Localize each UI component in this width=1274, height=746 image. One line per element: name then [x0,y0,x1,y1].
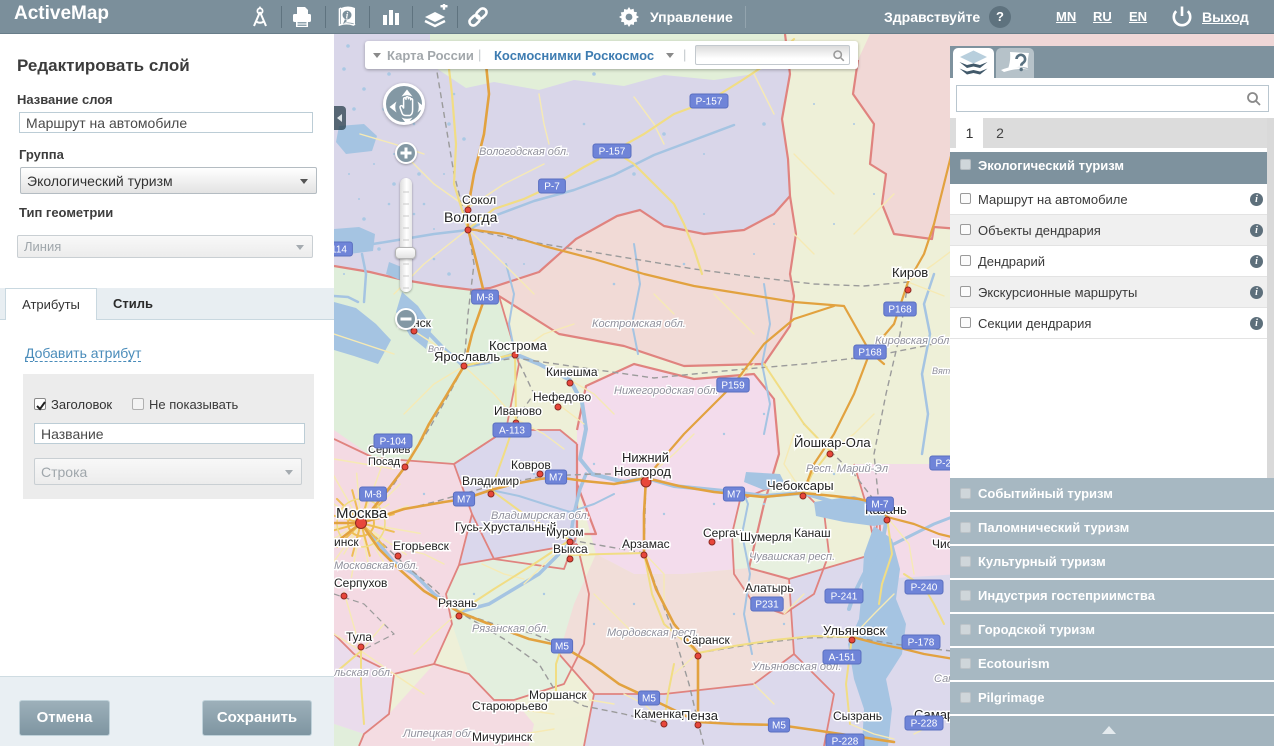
svg-text:Арзамас: Арзамас [622,537,670,551]
svg-text:Гусь-Хрустальный: Гусь-Хрустальный [455,520,556,534]
svg-text:М5: М5 [772,721,786,732]
svg-text:М5: М5 [555,642,569,653]
svg-text:Муром: Муром [546,525,584,539]
svg-text:льская обл.: льская обл. [334,667,393,679]
svg-text:Посад: Посад [368,456,401,468]
svg-text:Владимир: Владимир [462,474,519,488]
svg-text:Р-228: Р-228 [911,719,938,730]
svg-text:Р-104: Р-104 [380,437,407,448]
svg-text:Саранск: Саранск [683,633,730,647]
svg-text:Москва: Москва [336,505,388,522]
svg-text:М7: М7 [727,490,741,501]
svg-text:Выкса: Выкса [553,542,588,556]
svg-text:Р168: Р168 [888,305,912,316]
svg-text:Р-228: Р-228 [832,737,859,746]
svg-text:114: 114 [334,245,347,256]
svg-text:Йошкар-Ола: Йошкар-Ола [794,435,871,450]
svg-text:Чувашская респ.: Чувашская респ. [749,551,835,563]
svg-text:А-113: А-113 [499,426,525,437]
svg-text:Рязань: Рязань [438,596,477,610]
svg-text:Костромская обл.: Костромская обл. [592,318,686,330]
svg-text:Новгород: Новгород [614,464,671,479]
svg-text:Ульяновск: Ульяновск [823,623,885,638]
svg-text:Сызрань: Сызрань [833,709,882,723]
svg-text:Р-178: Р-178 [908,638,935,649]
svg-text:Канаш: Канаш [794,526,831,540]
svg-text:Р-241: Р-241 [831,592,858,603]
svg-text:Вологодская обл.: Вологодская обл. [479,146,569,158]
svg-text:Мичуринск: Мичуринск [472,730,533,744]
svg-text:Киров: Киров [892,265,928,280]
svg-text:Нижний: Нижний [622,450,669,465]
svg-text:Нефедово: Нефедово [533,390,592,404]
svg-text:М5: М5 [642,694,656,705]
svg-text:Р159: Р159 [721,381,745,392]
svg-text:Иваново: Иваново [494,404,542,418]
svg-text:Кострома: Кострома [489,338,548,353]
svg-text:Сокол: Сокол [462,193,496,207]
svg-text:Каменка: Каменка [634,707,682,721]
svg-text:Р-157: Р-157 [696,97,723,108]
svg-text:Р-157: Р-157 [599,147,626,158]
svg-text:М-7: М-7 [871,500,889,511]
svg-text:Шумерля: Шумерля [740,530,792,544]
svg-text:Нижегородская обл.: Нижегородская обл. [614,385,719,397]
svg-text:Московская обл.: Московская обл. [334,560,419,572]
svg-text:А-151: А-151 [829,653,856,664]
svg-text:Респ. Марий-Эл: Респ. Марий-Эл [806,463,888,475]
svg-text:Староюрьево: Староюрьево [472,699,548,713]
svg-text:М7: М7 [457,495,471,506]
svg-text:Р231: Р231 [755,600,779,611]
svg-text:Кировская обл.: Кировская обл. [875,335,952,347]
svg-text:Алатырь: Алатырь [745,581,793,595]
svg-text:М-8: М-8 [364,490,382,501]
svg-text:Серпухов: Серпухов [334,576,387,590]
svg-text:Рязанская обл.: Рязанская обл. [472,623,549,635]
svg-text:Тула: Тула [346,630,372,644]
svg-text:Пенза: Пенза [681,708,719,723]
svg-text:Кинешма: Кинешма [546,365,598,379]
svg-text:М-8: М-8 [476,293,494,304]
svg-text:Р168: Р168 [858,348,882,359]
svg-text:Липецкая обл.: Липецкая обл. [402,728,477,740]
svg-text:Чебоксары: Чебоксары [767,478,834,493]
svg-text:Ковров: Ковров [511,458,551,472]
svg-text:инск: инск [334,535,359,549]
svg-text:Сергач: Сергач [703,526,742,540]
svg-text:Егорьевск: Егорьевск [393,539,450,553]
svg-text:М7: М7 [549,473,563,484]
svg-text:Вологда: Вологда [444,209,498,225]
svg-text:Р-240: Р-240 [911,583,938,594]
svg-text:Р-7: Р-7 [544,182,560,193]
